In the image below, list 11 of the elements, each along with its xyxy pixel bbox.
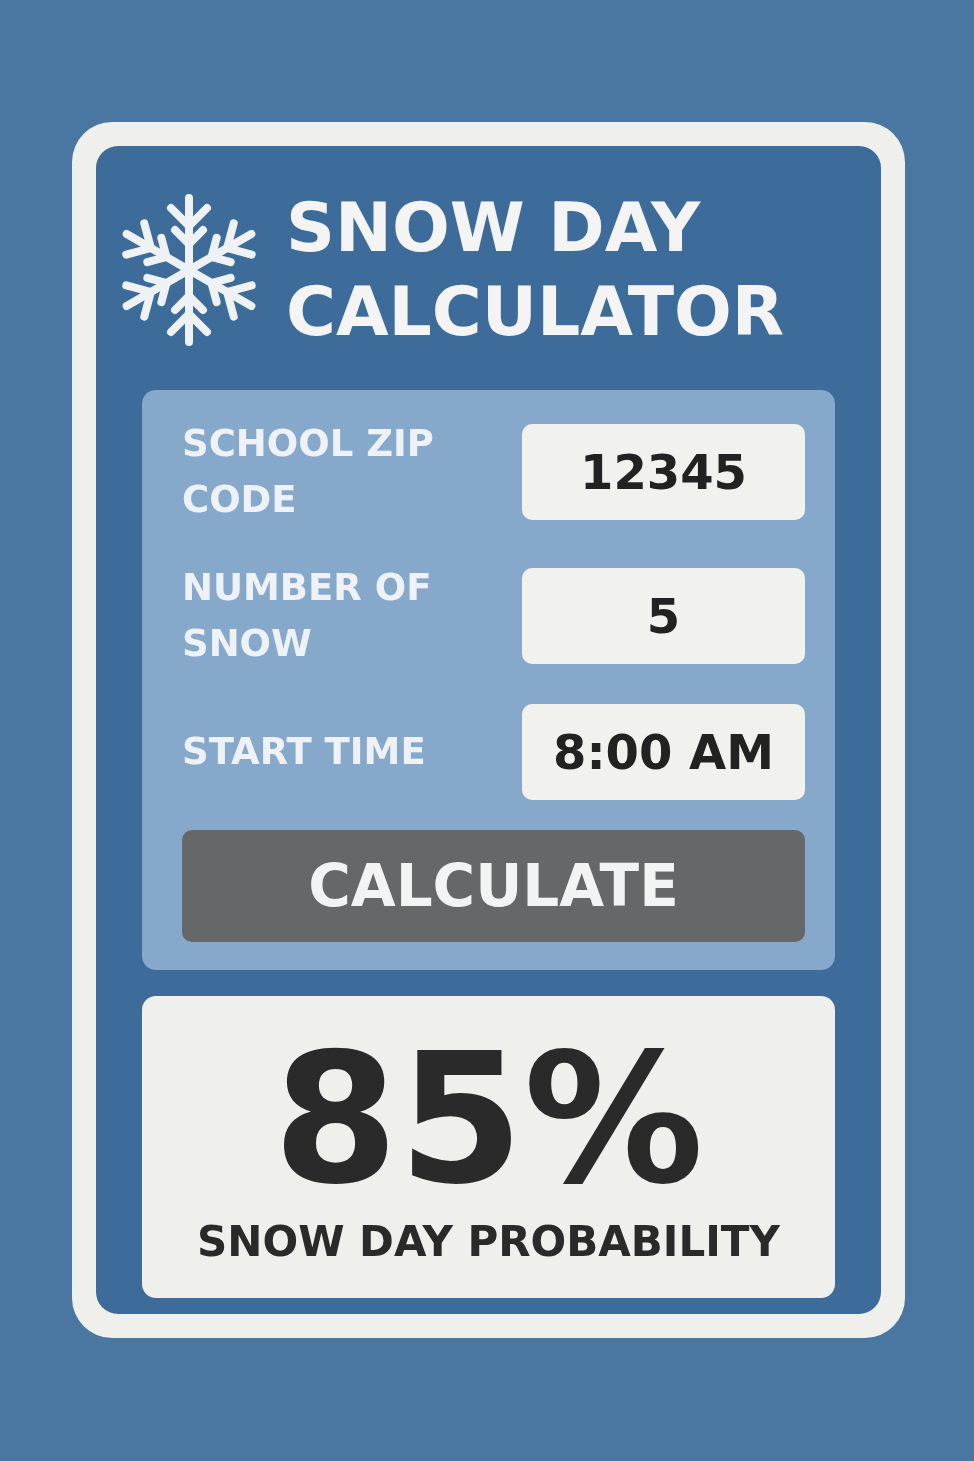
input-field[interactable]: 5 xyxy=(522,568,805,664)
field-label: SCHOOL ZIP CODE xyxy=(182,421,435,523)
input-field[interactable]: 12345 xyxy=(522,424,805,520)
input-field[interactable]: 8:00 AM xyxy=(522,704,805,800)
probability-value: 85% xyxy=(273,1024,704,1214)
field-label: START TIME xyxy=(182,729,427,775)
snowflake-icon xyxy=(120,191,258,349)
probability-label: SNOW DAY PROBABILITY xyxy=(197,1216,780,1268)
app-title: SNOW DAY CALCULATOR xyxy=(286,187,785,353)
calculate-button[interactable]: CALCULATE xyxy=(182,830,805,942)
field-label: NUMBER OF SNOW xyxy=(182,565,433,667)
